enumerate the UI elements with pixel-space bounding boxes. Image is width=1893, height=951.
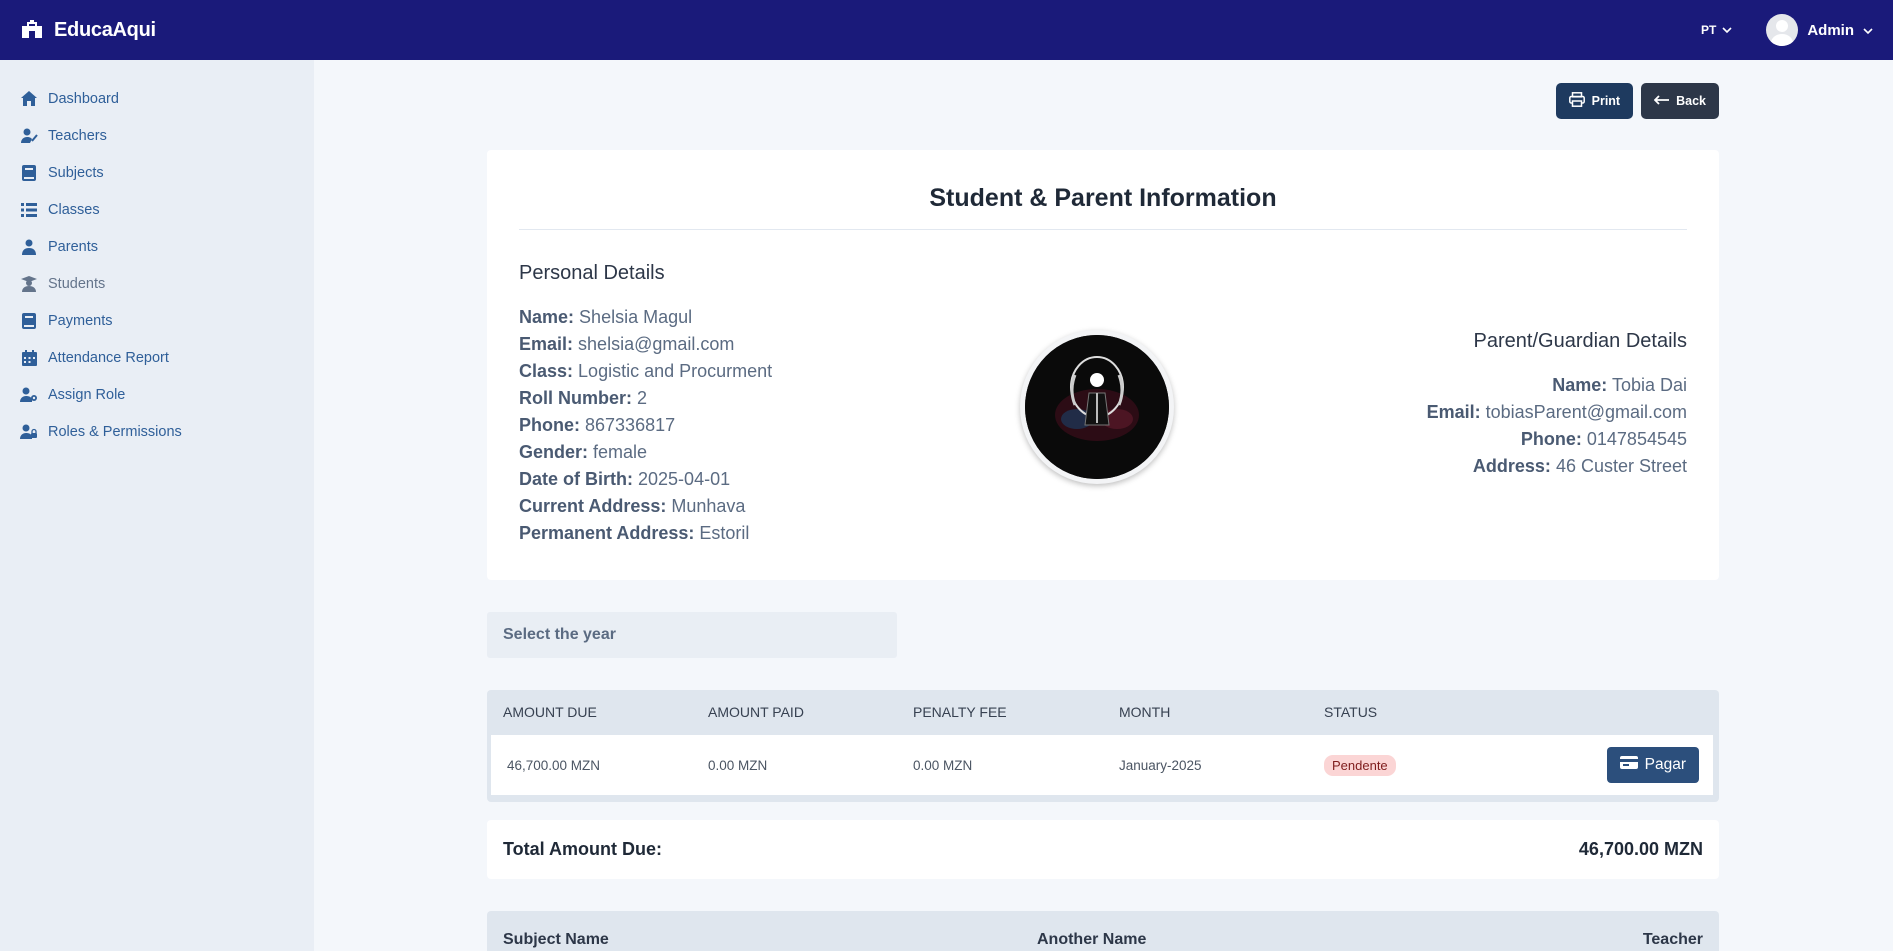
sidebar-item-attendance-report[interactable]: Attendance Report xyxy=(0,339,314,376)
print-label: Print xyxy=(1591,94,1621,108)
arrow-left-icon xyxy=(1653,94,1670,108)
penalty-fee-cell: 0.00 MZN xyxy=(913,757,973,773)
guardian-details: Parent/Guardian Details Name: Tobia Dai … xyxy=(1427,330,1687,480)
detail-row: Class: Logistic and Procurment xyxy=(519,361,773,381)
detail-row: Gender: female xyxy=(519,442,648,462)
brand[interactable]: EducaAqui xyxy=(20,19,156,42)
list-icon xyxy=(20,201,38,219)
detail-row: Name: Tobia Dai xyxy=(1552,375,1687,395)
page-title: Student & Parent Information xyxy=(519,184,1687,230)
language-label: PT xyxy=(1700,23,1717,37)
personal-details: Personal Details Name: Shelsia Magul Ema… xyxy=(519,262,772,547)
avatar xyxy=(1766,14,1799,46)
sidebar-item-assign-role[interactable]: Assign Role xyxy=(0,376,314,413)
sidebar-item-students[interactable]: Students xyxy=(0,265,314,302)
sidebar-item-subjects[interactable]: Subjects xyxy=(0,154,314,191)
detail-row: Email: tobiasParent@gmail.com xyxy=(1426,402,1687,422)
student-info-card: Student & Parent Information Personal De… xyxy=(487,150,1719,580)
month-cell: January-2025 xyxy=(1119,757,1202,773)
sidebar-item-label: Roles & Permissions xyxy=(48,423,182,440)
detail-row: Roll Number: 2 xyxy=(519,388,648,408)
detail-row: Address: 46 Custer Street xyxy=(1472,456,1687,476)
sidebar-item-label: Parents xyxy=(48,238,98,255)
calendar-icon xyxy=(20,349,38,367)
student-photo xyxy=(1020,330,1174,484)
sidebar-item-label: Attendance Report xyxy=(48,349,169,366)
pay-button[interactable]: Pagar xyxy=(1606,747,1699,783)
sidebar-item-label: Students xyxy=(48,275,106,292)
chevron-down-icon xyxy=(1722,23,1732,37)
user-menu[interactable]: Admin xyxy=(1766,14,1873,46)
detail-row: Phone: 867336817 xyxy=(519,415,676,435)
guardian-details-heading: Parent/Guardian Details xyxy=(1473,330,1687,352)
sidebar-item-label: Assign Role xyxy=(48,386,126,403)
amount-due-cell: 46,700.00 MZN xyxy=(507,757,601,773)
detail-row: Email: shelsia@gmail.com xyxy=(519,334,735,354)
printer-icon xyxy=(1568,92,1585,110)
column-header: STATUS xyxy=(1324,704,1378,720)
personal-details-heading: Personal Details xyxy=(519,262,665,284)
sidebar-item-label: Subjects xyxy=(48,164,104,181)
year-select-placeholder: Select the year xyxy=(503,626,616,643)
sidebar-item-teachers[interactable]: Teachers xyxy=(0,117,314,154)
column-header: Teacher xyxy=(1642,931,1703,948)
column-header: MONTH xyxy=(1119,704,1171,720)
subjects-table: Subject Name Another Name Teacher xyxy=(487,911,1719,951)
total-amount-due: Total Amount Due: 46,700.00 MZN xyxy=(487,820,1719,879)
brand-name: EducaAqui xyxy=(54,18,156,41)
total-value: 46,700.00 MZN xyxy=(1578,839,1703,859)
detail-row: Permanent Address: Estoril xyxy=(519,523,750,543)
column-header: AMOUNT PAID xyxy=(708,704,804,720)
credit-card-icon xyxy=(1619,756,1638,774)
table-row: 46,700.00 MZN 0.00 MZN 0.00 MZN January-… xyxy=(491,735,1713,795)
total-label: Total Amount Due: xyxy=(503,839,662,859)
student-icon xyxy=(20,275,38,293)
sidebar-item-label: Payments xyxy=(48,312,113,329)
column-header: Subject Name xyxy=(503,931,609,948)
column-header: Another Name xyxy=(1037,931,1147,948)
sidebar-item-dashboard[interactable]: Dashboard xyxy=(0,80,314,117)
sidebar-item-label: Classes xyxy=(48,201,100,218)
amount-paid-cell: 0.00 MZN xyxy=(708,757,768,773)
back-button[interactable]: Back xyxy=(1641,83,1719,119)
payment-icon xyxy=(20,312,38,330)
main-content: Print Back Student & Parent Information … xyxy=(314,60,1893,951)
action-bar: Print Back xyxy=(1555,83,1719,119)
home-icon xyxy=(20,90,38,108)
status-badge: Pendente xyxy=(1324,754,1396,776)
teacher-icon xyxy=(20,127,38,145)
chevron-down-icon xyxy=(1863,22,1873,39)
column-header: AMOUNT DUE xyxy=(503,704,597,720)
detail-row: Current Address: Munhava xyxy=(519,496,746,516)
payments-table: AMOUNT DUE AMOUNT PAID PENALTY FEE MONTH… xyxy=(487,690,1719,802)
detail-row: Name: Shelsia Magul xyxy=(519,307,693,327)
language-dropdown[interactable]: PT xyxy=(1701,23,1732,37)
sidebar-item-label: Dashboard xyxy=(48,90,119,107)
user-name: Admin xyxy=(1807,21,1854,39)
sidebar-item-payments[interactable]: Payments xyxy=(0,302,314,339)
detail-row: Phone: 0147854545 xyxy=(1520,429,1687,449)
user-lock-icon xyxy=(20,423,38,441)
column-header: PENALTY FEE xyxy=(913,704,1007,720)
parent-icon xyxy=(20,238,38,256)
user-gear-icon xyxy=(20,386,38,404)
sidebar-item-roles-permissions[interactable]: Roles & Permissions xyxy=(0,413,314,450)
sidebar-item-classes[interactable]: Classes xyxy=(0,191,314,228)
sidebar-item-parents[interactable]: Parents xyxy=(0,228,314,265)
table-header: AMOUNT DUE AMOUNT PAID PENALTY FEE MONTH… xyxy=(487,690,1719,734)
sidebar-item-label: Teachers xyxy=(48,127,107,144)
back-label: Back xyxy=(1676,94,1706,108)
detail-row: Date of Birth: 2025-04-01 xyxy=(519,469,731,489)
sidebar: Dashboard Teachers Subjects Classes Pare… xyxy=(0,60,314,951)
school-icon xyxy=(20,20,44,40)
year-select[interactable]: Select the year xyxy=(487,612,897,658)
top-navbar: EducaAqui PT Admin xyxy=(0,0,1893,60)
pay-label: Pagar xyxy=(1644,756,1686,773)
print-button[interactable]: Print xyxy=(1555,83,1634,119)
book-icon xyxy=(20,164,38,182)
